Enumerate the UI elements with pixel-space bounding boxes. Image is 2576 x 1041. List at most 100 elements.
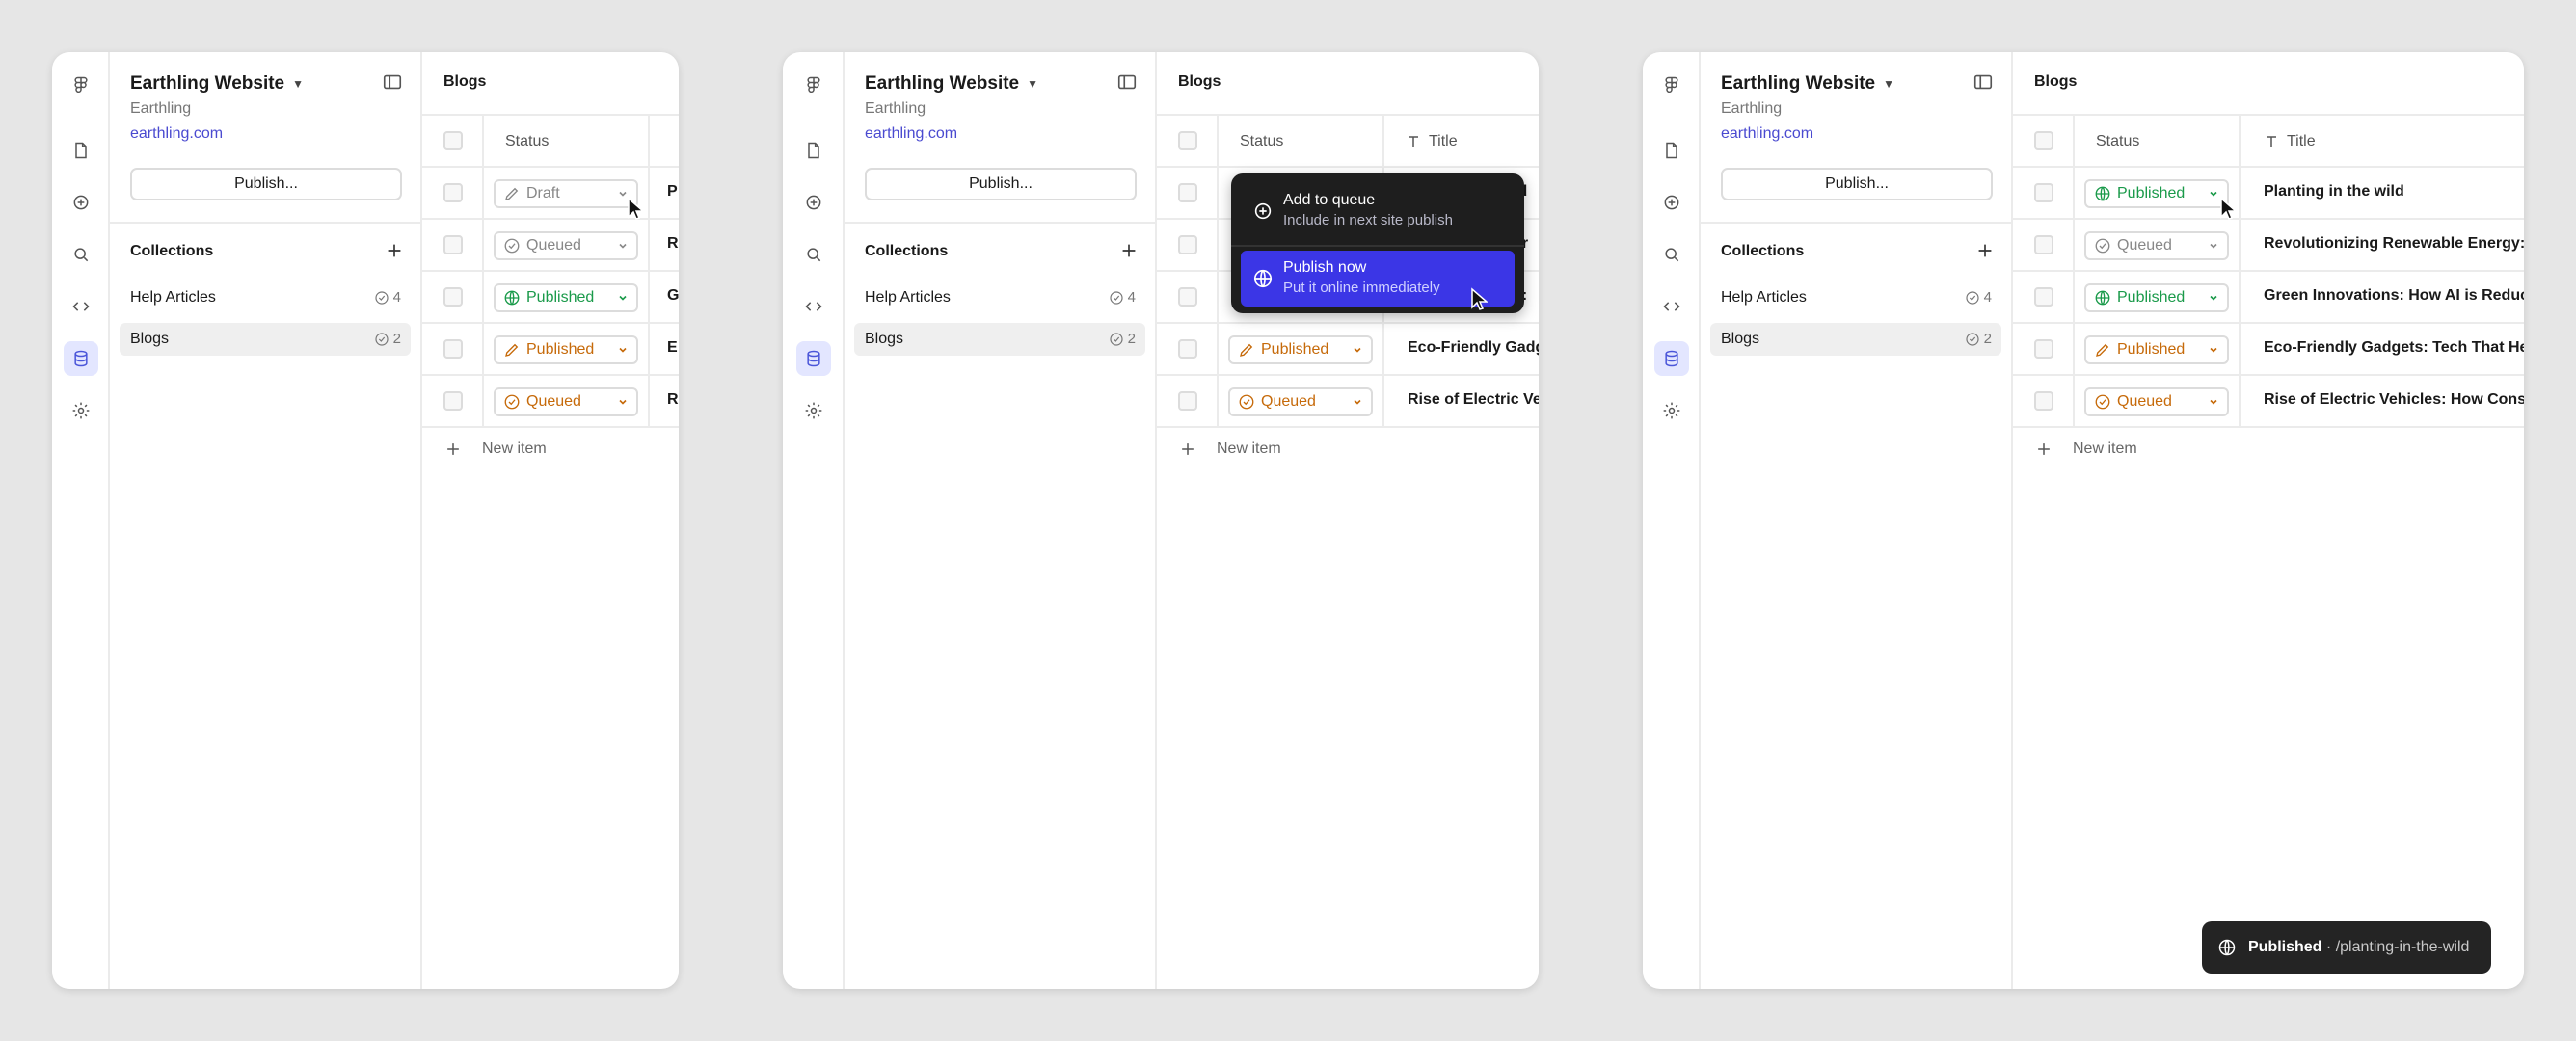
site-name[interactable]: Earthling Website ▼ (865, 73, 1038, 94)
plus-icon[interactable] (1974, 240, 1996, 261)
table-row[interactable]: Queued Rise of Electric Vehicles: How Co… (2013, 376, 2524, 428)
row-title[interactable]: Rise of Electric Veh (1408, 391, 1539, 409)
table-row[interactable]: Published Green Innovations: How AI is R… (2013, 272, 2524, 324)
select-all-checkbox[interactable] (1178, 131, 1197, 150)
table-row[interactable]: Queued R (422, 376, 679, 428)
row-checkbox[interactable] (443, 339, 463, 359)
table-row[interactable]: Queued R (422, 220, 679, 272)
search-icon[interactable] (64, 237, 98, 272)
row-checkbox[interactable] (443, 235, 463, 254)
figma-icon[interactable] (1654, 67, 1689, 102)
add-circle-icon[interactable] (64, 185, 98, 220)
publish-button[interactable]: Publish... (130, 168, 402, 200)
row-title[interactable]: Eco-Friendly Gadgets: Tech That Help (2264, 339, 2524, 357)
row-checkbox[interactable] (443, 287, 463, 307)
row-checkbox[interactable] (443, 391, 463, 411)
site-url[interactable]: earthling.com (865, 125, 957, 143)
database-icon[interactable] (1654, 341, 1689, 376)
database-icon[interactable] (64, 341, 98, 376)
site-url[interactable]: earthling.com (1721, 125, 1813, 143)
page-icon[interactable] (796, 133, 831, 168)
collection-item-help-articles[interactable]: Help Articles 4 (854, 281, 1145, 314)
row-checkbox[interactable] (1178, 391, 1197, 411)
title-header[interactable]: Title (1406, 133, 1458, 150)
row-checkbox[interactable] (1178, 339, 1197, 359)
table-row[interactable]: Published Planting in the wild (2013, 168, 2524, 220)
status-header[interactable]: Status (1240, 133, 1283, 150)
site-url[interactable]: earthling.com (130, 125, 223, 143)
select-all-checkbox[interactable] (2034, 131, 2053, 150)
status-dropdown[interactable]: Published (2084, 283, 2229, 312)
site-name[interactable]: Earthling Website ▼ (1721, 73, 1894, 94)
row-title[interactable]: Revolutionizing Renewable Energy: Th (2264, 235, 2524, 253)
gear-icon[interactable] (796, 393, 831, 428)
collection-item-blogs[interactable]: Blogs 2 (854, 323, 1145, 356)
search-icon[interactable] (796, 237, 831, 272)
select-all-checkbox[interactable] (443, 131, 463, 150)
panel-toggle-icon[interactable] (1116, 71, 1141, 96)
status-dropdown[interactable]: Draft (494, 179, 638, 208)
status-header[interactable]: Status (505, 133, 549, 150)
add-circle-icon[interactable] (796, 185, 831, 220)
row-title[interactable]: E (667, 339, 678, 357)
plus-icon[interactable] (1118, 240, 1140, 261)
status-dropdown[interactable]: Queued (1228, 387, 1373, 416)
status-dropdown[interactable]: Published (2084, 335, 2229, 364)
new-item-button[interactable]: New item (2034, 440, 2137, 459)
page-icon[interactable] (64, 133, 98, 168)
code-icon[interactable] (1654, 289, 1689, 324)
row-title[interactable]: R (667, 391, 679, 409)
database-icon[interactable] (796, 341, 831, 376)
row-checkbox[interactable] (2034, 391, 2053, 411)
row-checkbox[interactable] (2034, 183, 2053, 202)
figma-icon[interactable] (64, 67, 98, 102)
status-header[interactable]: Status (2096, 133, 2139, 150)
row-checkbox[interactable] (1178, 287, 1197, 307)
menu-item-add-to-queue[interactable]: Add to queue Include in next site publis… (1241, 183, 1515, 239)
collection-item-help-articles[interactable]: Help Articles 4 (1710, 281, 2001, 314)
publish-button[interactable]: Publish... (1721, 168, 1993, 200)
figma-icon[interactable] (796, 67, 831, 102)
status-dropdown[interactable]: Queued (2084, 231, 2229, 260)
plus-icon[interactable] (384, 240, 405, 261)
collection-item-blogs[interactable]: Blogs 2 (120, 323, 411, 356)
row-checkbox[interactable] (443, 183, 463, 202)
row-checkbox[interactable] (1178, 183, 1197, 202)
status-dropdown[interactable]: Published (494, 283, 638, 312)
row-title[interactable]: R (667, 235, 679, 253)
new-item-button[interactable]: New item (1178, 440, 1281, 459)
collection-item-help-articles[interactable]: Help Articles 4 (120, 281, 411, 314)
gear-icon[interactable] (1654, 393, 1689, 428)
table-row[interactable]: Published Eco-Friendly Gadgets: Tech Tha… (2013, 324, 2524, 376)
search-icon[interactable] (1654, 237, 1689, 272)
title-header[interactable]: Title (2264, 133, 2316, 150)
row-checkbox[interactable] (2034, 287, 2053, 307)
row-checkbox[interactable] (2034, 339, 2053, 359)
row-title[interactable]: Eco-Friendly Gadge (1408, 339, 1539, 357)
panel-toggle-icon[interactable] (1972, 71, 1998, 96)
gear-icon[interactable] (64, 393, 98, 428)
status-dropdown[interactable]: Published (2084, 179, 2229, 208)
site-name[interactable]: Earthling Website ▼ (130, 73, 304, 94)
page-icon[interactable] (1654, 133, 1689, 168)
row-checkbox[interactable] (2034, 235, 2053, 254)
publish-button[interactable]: Publish... (865, 168, 1137, 200)
row-title[interactable]: G (667, 287, 679, 305)
table-row[interactable]: Published E (422, 324, 679, 376)
code-icon[interactable] (64, 289, 98, 324)
row-title[interactable]: P (667, 183, 678, 200)
status-dropdown[interactable]: Published (1228, 335, 1373, 364)
panel-toggle-icon[interactable] (382, 71, 407, 96)
table-row[interactable]: Queued Rise of Electric Veh (1157, 376, 1539, 428)
table-row[interactable]: Published Eco-Friendly Gadge (1157, 324, 1539, 376)
new-item-button[interactable]: New item (443, 440, 547, 459)
row-title[interactable]: Green Innovations: How AI is Reducin (2264, 287, 2524, 305)
code-icon[interactable] (796, 289, 831, 324)
table-row[interactable]: Queued Revolutionizing Renewable Energy:… (2013, 220, 2524, 272)
status-dropdown[interactable]: Published (494, 335, 638, 364)
table-row[interactable]: Published G (422, 272, 679, 324)
row-title[interactable]: Rise of Electric Vehicles: How Consum (2264, 391, 2524, 409)
status-dropdown[interactable]: Queued (494, 231, 638, 260)
collection-item-blogs[interactable]: Blogs 2 (1710, 323, 2001, 356)
add-circle-icon[interactable] (1654, 185, 1689, 220)
